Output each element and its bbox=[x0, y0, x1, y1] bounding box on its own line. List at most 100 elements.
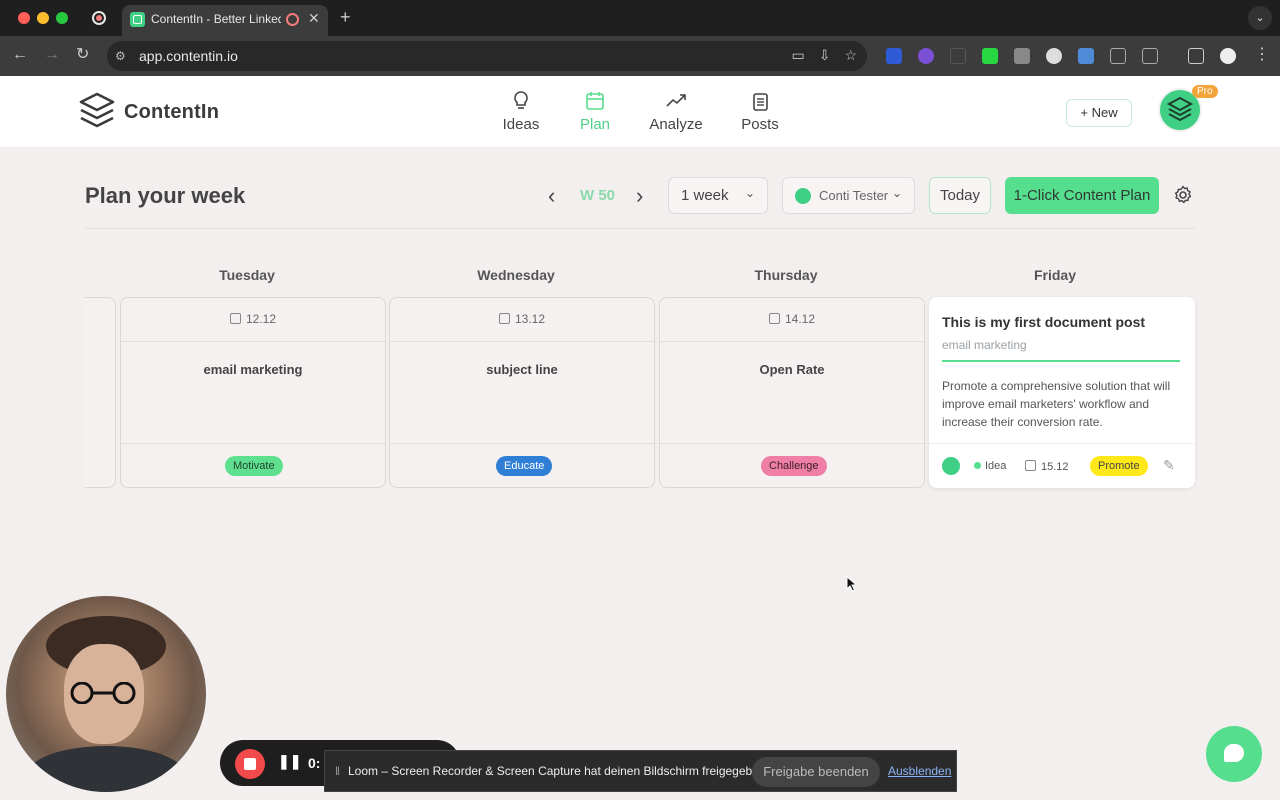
day-header-tuesday: Tuesday bbox=[219, 267, 275, 283]
lightbulb-icon bbox=[514, 91, 528, 109]
address-bar[interactable]: ⚙ app.contentin.io ▭ ⇩ ☆ bbox=[107, 41, 867, 71]
site-settings-icon[interactable]: ⚙ bbox=[115, 49, 126, 63]
edit-pencil-icon[interactable]: ✎ bbox=[1163, 457, 1175, 474]
post-body: Promote a comprehensive solution that wi… bbox=[942, 379, 1171, 429]
day-card-wednesday[interactable]: 13.12 subject line Educate bbox=[389, 297, 655, 488]
tag-challenge: Challenge bbox=[761, 456, 827, 476]
header-divider bbox=[85, 228, 1195, 229]
day-card-tuesday[interactable]: 12.12 email marketing Motivate bbox=[120, 297, 386, 488]
close-tab-icon[interactable]: ✕ bbox=[308, 10, 320, 27]
new-tab-button[interactable]: + bbox=[340, 7, 351, 28]
brand-name: ContentIn bbox=[124, 101, 220, 123]
extension-camera-icon[interactable] bbox=[1014, 48, 1030, 64]
calendar-icon bbox=[768, 313, 780, 324]
post-date[interactable]: 15.12 bbox=[1025, 460, 1069, 473]
nav-posts-label: Posts bbox=[741, 116, 779, 133]
contentin-logo-icon bbox=[79, 92, 115, 128]
gear-icon[interactable] bbox=[1173, 185, 1193, 205]
chevron-left-icon[interactable]: ‹ bbox=[548, 183, 555, 209]
new-button-label: New bbox=[1091, 105, 1118, 120]
tag-educate: Educate bbox=[496, 456, 553, 476]
tab-title: ContentIn - Better LinkedIn bbox=[151, 12, 281, 26]
reload-icon[interactable]: ↻ bbox=[76, 46, 89, 64]
nav-ideas[interactable]: Ideas bbox=[499, 90, 543, 133]
chevron-right-icon[interactable]: › bbox=[636, 183, 643, 209]
browser-toolbar: ← → ↻ ⚙ app.contentin.io ▭ ⇩ ☆ ⋮ bbox=[0, 36, 1280, 76]
extension-flower-icon[interactable] bbox=[918, 48, 934, 64]
nav-posts[interactable]: Posts bbox=[740, 90, 780, 133]
day-card-monday-partial[interactable] bbox=[85, 297, 116, 488]
post-accent-line bbox=[942, 360, 1180, 362]
page-title: Plan your week bbox=[85, 183, 246, 208]
extensions-puzzle-icon[interactable] bbox=[1142, 48, 1158, 64]
card-topic: email marketing bbox=[203, 362, 303, 377]
side-panel-icon[interactable] bbox=[1188, 48, 1204, 64]
card-date: 13.12 bbox=[390, 312, 654, 326]
card-topic: subject line bbox=[486, 362, 558, 377]
bookmark-star-icon[interactable]: ☆ bbox=[844, 47, 857, 64]
profile-select-value: Conti Tester bbox=[819, 188, 889, 203]
nav-plan-label: Plan bbox=[579, 116, 611, 133]
screen-share-banner: ‖ Loom – Screen Recorder & Screen Capture… bbox=[324, 750, 957, 792]
chevron-down-icon: ⌄ bbox=[891, 186, 902, 200]
nav-ideas-label: Ideas bbox=[502, 116, 540, 133]
pause-icon[interactable]: ❚❚ bbox=[278, 753, 301, 770]
stop-recording-button[interactable] bbox=[235, 749, 265, 779]
close-window-button[interactable] bbox=[18, 12, 30, 24]
browser-menu-icon[interactable]: ⋮ bbox=[1254, 46, 1270, 64]
plus-icon: + bbox=[1080, 105, 1088, 120]
tag-promote[interactable]: Promote bbox=[1090, 456, 1148, 476]
webcam-bubble[interactable] bbox=[6, 596, 206, 792]
address-bar-icons: ▭ ⇩ ☆ bbox=[791, 47, 857, 64]
post-status[interactable]: Idea bbox=[974, 460, 1006, 472]
tag-motivate: Motivate bbox=[225, 456, 283, 476]
hide-link[interactable]: Ausblenden bbox=[888, 764, 951, 778]
profile-logo-icon bbox=[795, 188, 811, 204]
maximize-window-button[interactable] bbox=[56, 12, 68, 24]
status-dot-icon bbox=[974, 462, 981, 469]
documents-icon bbox=[753, 93, 768, 111]
camera-icon[interactable]: ▭ bbox=[791, 47, 804, 64]
install-app-icon[interactable]: ⇩ bbox=[819, 47, 831, 64]
card-topic: Open Rate bbox=[759, 362, 825, 377]
profile-avatar-icon[interactable] bbox=[1220, 48, 1236, 64]
card-date: 14.12 bbox=[660, 312, 924, 326]
tab-search-icon[interactable]: ⌄ bbox=[1248, 6, 1272, 30]
today-button[interactable]: Today bbox=[929, 177, 991, 214]
extension-shield-icon[interactable] bbox=[886, 48, 902, 64]
back-icon[interactable]: ← bbox=[12, 46, 28, 64]
chevron-down-icon: ⌄ bbox=[744, 186, 755, 200]
new-button[interactable]: + New bbox=[1066, 99, 1132, 127]
url-text: app.contentin.io bbox=[139, 48, 238, 64]
extension-counter-icon[interactable] bbox=[1046, 48, 1062, 64]
day-header-friday: Friday bbox=[1033, 267, 1076, 283]
nav-plan[interactable]: Plan bbox=[577, 90, 613, 133]
extension-green-icon[interactable] bbox=[982, 48, 998, 64]
pro-badge: Pro bbox=[1192, 85, 1218, 98]
extension-feather-icon[interactable] bbox=[950, 48, 966, 64]
profile-select[interactable]: Conti Tester ⌄ bbox=[782, 177, 915, 214]
week-label: W 50 bbox=[580, 187, 616, 204]
chat-support-button[interactable] bbox=[1206, 726, 1262, 782]
day-card-thursday[interactable]: 14.12 Open Rate Challenge bbox=[659, 297, 925, 488]
contentin-favicon-icon bbox=[130, 12, 145, 27]
extension-window-icon[interactable] bbox=[1078, 48, 1094, 64]
range-select[interactable]: 1 week ⌄ bbox=[668, 177, 768, 214]
extension-id-icon[interactable] bbox=[1110, 48, 1126, 64]
recording-tab-icon[interactable] bbox=[92, 11, 106, 25]
browser-tabbar: ContentIn - Better LinkedIn ✕ + ⌄ bbox=[0, 0, 1280, 36]
stop-sharing-button[interactable]: Freigabe beenden bbox=[752, 757, 880, 787]
day-header-wednesday: Wednesday bbox=[477, 267, 555, 283]
nav-analyze[interactable]: Analyze bbox=[648, 90, 704, 133]
card-date: 12.12 bbox=[121, 312, 385, 326]
forward-icon[interactable]: → bbox=[44, 46, 60, 64]
post-title: This is my first document post bbox=[942, 314, 1146, 330]
post-topic: email marketing bbox=[942, 338, 1027, 352]
trending-up-icon bbox=[666, 94, 686, 107]
minimize-window-button[interactable] bbox=[37, 12, 49, 24]
one-click-content-plan-button[interactable]: 1-Click Content Plan bbox=[1005, 177, 1159, 214]
post-card-friday[interactable]: This is my first document post email mar… bbox=[929, 297, 1195, 488]
drag-handle-icon[interactable]: ‖ bbox=[335, 764, 340, 778]
browser-tab-active[interactable]: ContentIn - Better LinkedIn ✕ bbox=[122, 5, 328, 36]
calendar-icon bbox=[498, 313, 510, 324]
